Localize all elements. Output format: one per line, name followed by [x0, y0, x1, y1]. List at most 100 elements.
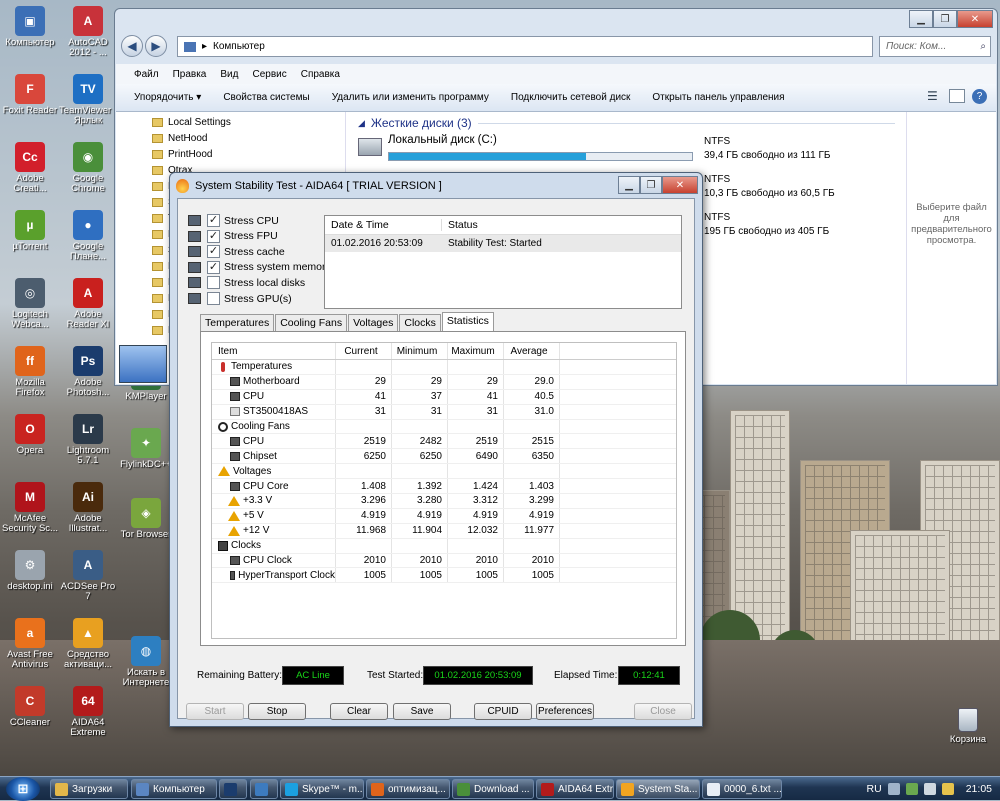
stop-button[interactable]: Stop	[248, 703, 306, 720]
desktop-icon[interactable]: a Avast Free Antivirus	[0, 618, 60, 670]
table-row[interactable]: Chipset 6250 6250 6490 6350	[212, 449, 676, 465]
desktop-icon[interactable]: A AutoCAD 2012 - ...	[58, 6, 118, 58]
tray-flag-icon[interactable]	[941, 783, 954, 795]
desktop-icon[interactable]: M McAfee Security Sc...	[0, 482, 60, 534]
taskbar-button[interactable]: оптимизац...	[366, 779, 450, 799]
aida-maximize-icon[interactable]: ❐	[640, 176, 662, 194]
desktop-icon[interactable]: C CCleaner	[0, 686, 60, 728]
explorer-titlebar[interactable]: ▁ ❐ ✕	[115, 9, 997, 33]
nav-item[interactable]: NetHood	[152, 130, 345, 146]
desktop-icon[interactable]: ◈ Tor Browser	[116, 498, 176, 540]
stress-checkbox[interactable]: ✓ Stress CPU	[188, 213, 279, 228]
view-options-icon[interactable]: ☰	[927, 89, 943, 103]
preview-pane-icon[interactable]	[949, 89, 965, 103]
tab-temperatures[interactable]: Temperatures	[200, 314, 275, 331]
event-log[interactable]: Date & Time Status 01.02.2016 20:53:09 St…	[324, 215, 682, 309]
taskbar-button[interactable]	[250, 779, 278, 799]
col-item[interactable]: Item	[212, 343, 336, 359]
taskbar-button[interactable]: 0000_6.txt ...	[702, 779, 782, 799]
desktop-icon[interactable]: ▣ Компьютер	[0, 6, 60, 48]
desktop-icon[interactable]: Lr Lightroom 5.7.1	[58, 414, 118, 466]
desktop-icon[interactable]: ff Mozilla Firefox	[0, 346, 60, 398]
table-row[interactable]: +12 V 11.968 11.904 12.032 11.977	[212, 523, 676, 539]
tab-voltages[interactable]: Voltages	[348, 314, 399, 331]
desktop-icon[interactable]: A ACDSee Pro 7	[58, 550, 118, 602]
recycle-bin[interactable]: Корзина	[940, 708, 996, 745]
menu-item[interactable]: Сервис	[252, 69, 286, 80]
tab-cooling-fans[interactable]: Cooling Fans	[275, 314, 348, 331]
desktop-icon[interactable]: ● Google Плане...	[58, 210, 118, 262]
tray-app-icon[interactable]	[887, 783, 900, 795]
clear-button[interactable]: Clear	[330, 703, 388, 720]
aida-close-icon[interactable]: ✕	[662, 176, 698, 194]
desktop-icon[interactable]: ◉ Google Chrome	[58, 142, 118, 194]
close-button[interactable]: Close	[634, 703, 692, 720]
table-row[interactable]: HyperTransport Clock 1005 1005 1005 1005	[212, 568, 676, 584]
col-minimum[interactable]: Minimum	[392, 343, 448, 359]
stress-checkbox[interactable]: ✓ Stress FPU	[188, 229, 278, 244]
desktop-icon[interactable]: 64 AIDA64 Extreme	[58, 686, 118, 738]
clock[interactable]: 21:05	[966, 783, 992, 795]
start-button[interactable]: Start	[186, 703, 244, 720]
category-row[interactable]: Voltages	[212, 464, 676, 480]
nav-item[interactable]: PrintHood	[152, 146, 345, 162]
table-row[interactable]: Motherboard 29 29 29 29.0	[212, 374, 676, 390]
desktop-icon[interactable]: Cc Adobe Creati...	[0, 142, 60, 194]
preferences-button[interactable]: Preferences	[536, 703, 594, 720]
desktop-icon[interactable]: ◎ Logitech Webca...	[0, 278, 60, 330]
menu-item[interactable]: Правка	[173, 69, 207, 80]
log-header-datetime[interactable]: Date & Time	[325, 219, 442, 231]
taskbar-button[interactable]	[219, 779, 247, 799]
search-input[interactable]: Поиск: Ком... ⌕	[879, 36, 991, 57]
desktop-icon[interactable]: O Opera	[0, 414, 60, 456]
checkbox-box[interactable]: ✓	[207, 229, 220, 243]
start-button[interactable]: ⊞	[6, 777, 40, 801]
taskbar-button[interactable]: Download ...	[452, 779, 534, 799]
checkbox-box[interactable]	[207, 276, 220, 290]
checkbox-box[interactable]: ✓	[207, 260, 220, 274]
stress-checkbox[interactable]: ✓ Stress system memory	[188, 260, 331, 275]
checkbox-box[interactable]: ✓	[207, 214, 220, 227]
language-indicator[interactable]: RU	[867, 783, 882, 795]
taskbar-button[interactable]: Компьютер	[131, 779, 217, 799]
checkbox-box[interactable]	[207, 292, 220, 305]
cpuid-button[interactable]: CPUID	[474, 703, 532, 720]
tray-network-icon[interactable]	[905, 783, 918, 795]
save-button[interactable]: Save	[393, 703, 451, 720]
desktop-icon[interactable]: ◍ Искать в Интернете	[116, 636, 176, 688]
taskbar-button[interactable]: System Sta...	[616, 779, 700, 799]
desktop-icon[interactable]: Ai Adobe Illustrat...	[58, 482, 118, 534]
table-row[interactable]: CPU Core 1.408 1.392 1.424 1.403	[212, 479, 676, 495]
table-row[interactable]: +5 V 4.919 4.919 4.919 4.919	[212, 508, 676, 524]
forward-arrow-icon[interactable]: ▶	[145, 35, 167, 57]
taskbar-button[interactable]: AIDA64 Extr...	[536, 779, 614, 799]
category-row[interactable]: Temperatures	[212, 360, 676, 375]
desktop-icon[interactable]: TV TeamViewer - Ярлык	[58, 74, 118, 126]
drive-tile[interactable]: Локальный диск (C:) NTFS 39,4 ГБ свободно …	[358, 134, 888, 168]
taskbar-button[interactable]: Загрузки	[50, 779, 128, 799]
menu-item[interactable]: Справка	[301, 69, 340, 80]
taskbar-button[interactable]: Skype™ - m...	[280, 779, 364, 799]
nav-item[interactable]: Local Settings	[152, 114, 345, 130]
menu-item[interactable]: Файл	[134, 69, 159, 80]
desktop-icon[interactable]: ⚙ desktop.ini	[0, 550, 60, 592]
back-arrow-icon[interactable]: ◀	[121, 35, 143, 57]
stress-checkbox[interactable]: ✓ Stress cache	[188, 244, 285, 259]
stress-checkbox[interactable]: Stress GPU(s)	[188, 291, 292, 306]
help-icon[interactable]: ?	[972, 89, 987, 104]
desktop-icon[interactable]: F Foxit Reader	[0, 74, 60, 116]
col-maximum[interactable]: Maximum	[448, 343, 504, 359]
desktop-icon[interactable]: Ps Adobe Photosh...	[58, 346, 118, 398]
toolbar-button[interactable]: Удалить или изменить программу	[332, 92, 489, 103]
minimize-icon[interactable]: ▁	[909, 10, 933, 28]
table-row[interactable]: CPU 41 37 41 40.5	[212, 389, 676, 405]
table-row[interactable]: CPU 2519 2482 2519 2515	[212, 434, 676, 450]
table-row[interactable]: +3.3 V 3.296 3.280 3.312 3.299	[212, 494, 676, 509]
log-header-status[interactable]: Status	[442, 219, 478, 231]
tray-volume-icon[interactable]	[923, 783, 936, 795]
address-bar[interactable]: ▸ Компьютер	[177, 36, 873, 57]
maximize-icon[interactable]: ❐	[933, 10, 957, 28]
toolbar-button[interactable]: Открыть панель управления	[652, 92, 784, 103]
statistics-grid[interactable]: Item Current Minimum Maximum Average Tem…	[211, 342, 677, 639]
aida-minimize-icon[interactable]: ▁	[618, 176, 640, 194]
